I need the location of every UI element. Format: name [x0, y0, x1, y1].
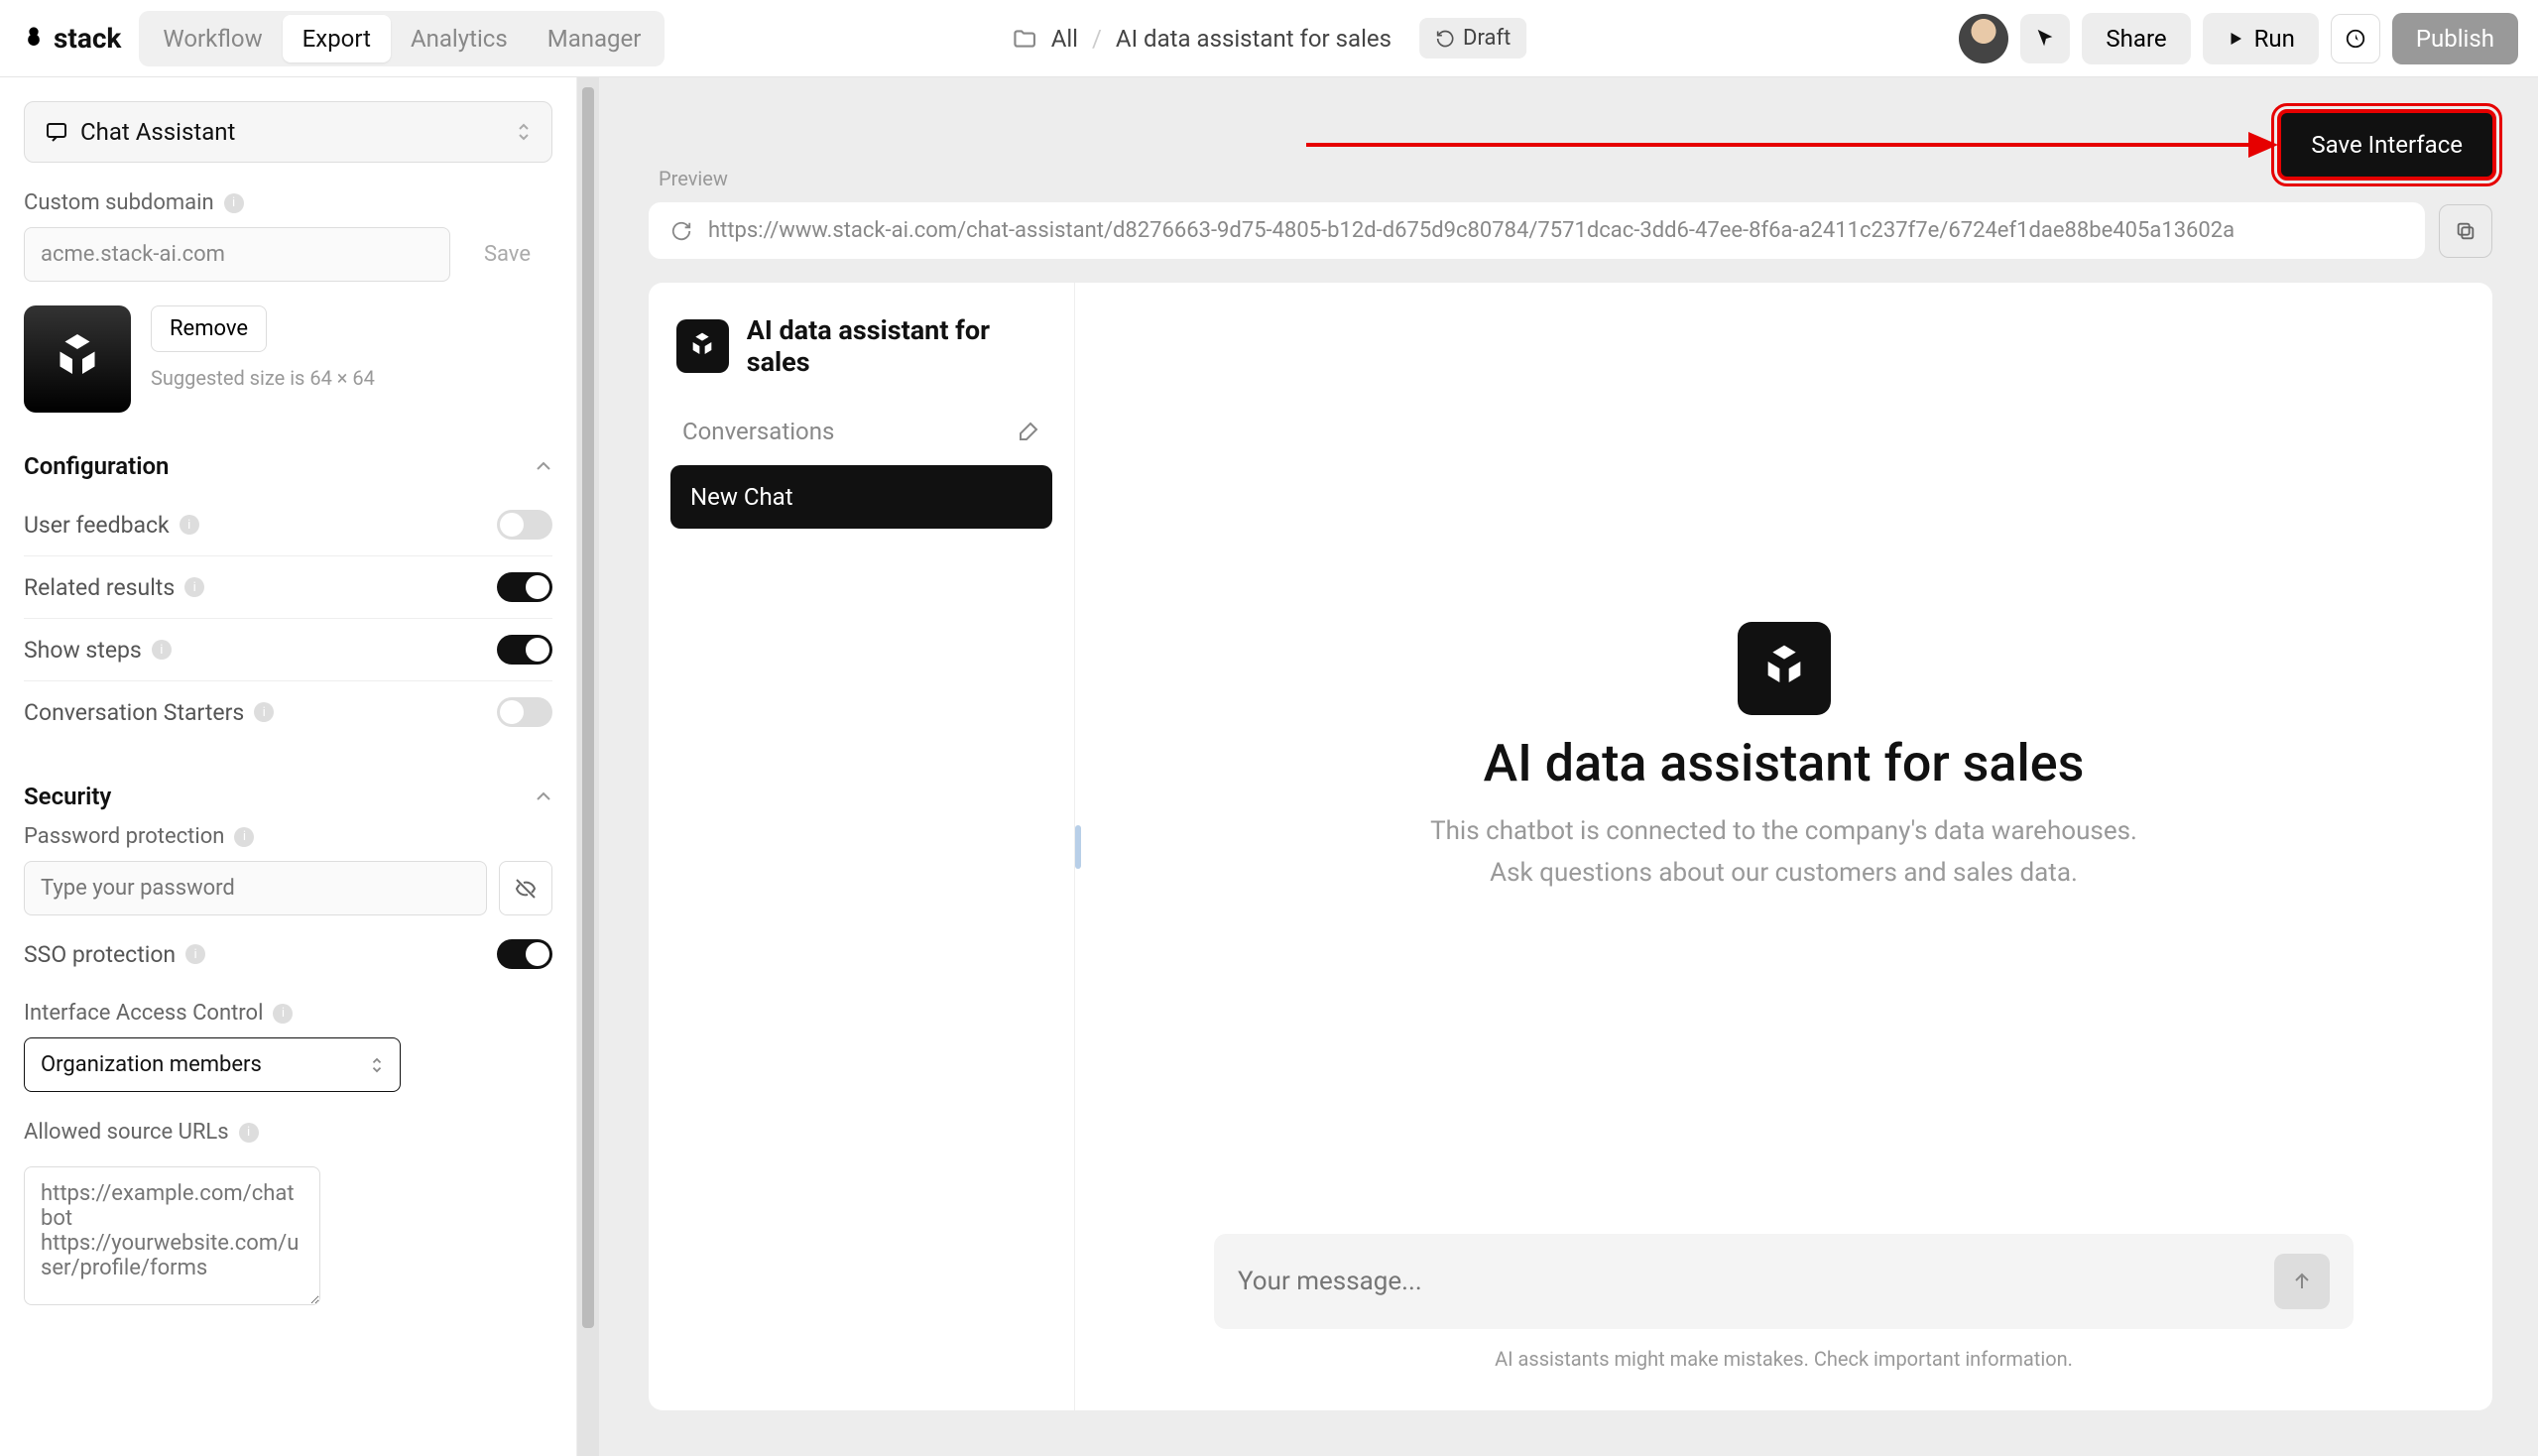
info-icon[interactable]: i	[224, 193, 244, 213]
message-input-row	[1214, 1234, 2354, 1329]
chat-preview-frame: AI data assistant for sales Conversation…	[649, 283, 2492, 1410]
play-icon	[2227, 30, 2244, 48]
logo-thumbnail	[24, 305, 131, 413]
chevron-updown-icon	[516, 121, 532, 143]
allowed-urls-textarea[interactable]	[24, 1166, 320, 1305]
message-input[interactable]	[1238, 1267, 2258, 1296]
chat-main: AI data assistant for sales This chatbot…	[1075, 283, 2492, 1410]
preview-url[interactable]: https://www.stack-ai.com/chat-assistant/…	[708, 218, 2235, 243]
sso-protection-row: SSO protection i	[24, 939, 552, 985]
security-section-header[interactable]: Security	[24, 783, 552, 810]
header-right: Share Run Publish	[1959, 13, 2518, 64]
allowed-urls-label: Allowed source URLs i	[24, 1120, 552, 1145]
new-chat-item[interactable]: New Chat	[670, 465, 1052, 529]
annotation-arrow	[1306, 120, 2278, 170]
info-icon[interactable]: i	[184, 577, 204, 597]
cubes-icon	[48, 329, 107, 389]
chevron-updown-icon	[370, 1055, 384, 1075]
arrow-up-icon	[2290, 1270, 2314, 1293]
edit-icon[interactable]	[1017, 420, 1040, 443]
run-button[interactable]: Run	[2203, 13, 2319, 64]
clock-icon	[2345, 28, 2366, 50]
eye-off-icon	[514, 877, 538, 901]
info-icon[interactable]: i	[152, 640, 172, 660]
chat-app-logo	[676, 319, 729, 373]
toggle-password-visibility-button[interactable]	[499, 861, 552, 915]
stack-logo-icon	[20, 25, 48, 53]
subdomain-save-button[interactable]: Save	[462, 227, 552, 282]
folder-icon	[1012, 26, 1037, 52]
configuration-section-header[interactable]: Configuration	[24, 452, 552, 480]
chat-center-logo	[1738, 622, 1831, 715]
remove-logo-button[interactable]: Remove	[151, 305, 267, 352]
tab-export[interactable]: Export	[283, 15, 391, 62]
preview-label: Preview	[659, 167, 2538, 190]
breadcrumb: All / AI data assistant for sales Draft	[1012, 18, 1527, 59]
cursor-icon	[2034, 28, 2056, 50]
info-icon[interactable]: i	[254, 702, 274, 722]
ai-disclaimer: AI assistants might make mistakes. Check…	[1214, 1347, 2354, 1371]
show-steps-row: Show steps i	[24, 619, 552, 681]
tab-manager[interactable]: Manager	[528, 15, 662, 62]
show-steps-toggle[interactable]	[497, 635, 552, 665]
access-control-select[interactable]: Organization members	[24, 1037, 401, 1092]
reload-icon[interactable]	[670, 220, 692, 242]
draft-badge[interactable]: Draft	[1419, 18, 1526, 59]
related-results-row: Related results i	[24, 556, 552, 619]
user-feedback-row: User feedback i	[24, 494, 552, 556]
info-icon[interactable]: i	[239, 1123, 259, 1143]
breadcrumb-current[interactable]: AI data assistant for sales	[1116, 25, 1391, 53]
iac-label: Interface Access Control i	[24, 1001, 552, 1026]
user-feedback-toggle[interactable]	[497, 510, 552, 540]
chevron-up-icon	[535, 790, 552, 802]
user-avatar[interactable]	[1959, 14, 2008, 63]
app-header: stack Workflow Export Analytics Manager …	[0, 0, 2538, 77]
password-protection-label: Password protection i	[24, 824, 552, 849]
copy-icon	[2455, 220, 2477, 242]
info-icon[interactable]: i	[234, 827, 254, 847]
main-preview-area: Save Interface Preview https://www.stack…	[577, 77, 2538, 1456]
info-icon[interactable]: i	[273, 1004, 293, 1024]
interface-type-select[interactable]: Chat Assistant	[24, 101, 552, 163]
tab-analytics[interactable]: Analytics	[391, 15, 528, 62]
sidebar-scrollbar[interactable]	[577, 77, 599, 1456]
related-results-toggle[interactable]	[497, 572, 552, 602]
tab-workflow[interactable]: Workflow	[143, 15, 282, 62]
chat-icon	[45, 120, 68, 144]
send-button[interactable]	[2274, 1254, 2330, 1309]
chat-sidebar: AI data assistant for sales Conversation…	[649, 283, 1075, 1410]
chat-center-title: AI data assistant for sales	[1484, 733, 2085, 793]
sso-toggle[interactable]	[497, 939, 552, 969]
breadcrumb-separator: /	[1092, 25, 1102, 53]
conversation-starters-toggle[interactable]	[497, 697, 552, 727]
chevron-up-icon	[535, 460, 552, 472]
clock-icon-button[interactable]	[2331, 14, 2380, 63]
subdomain-input[interactable]	[24, 227, 450, 282]
logo-size-hint: Suggested size is 64 × 64	[151, 366, 375, 390]
chat-app-title: AI data assistant for sales	[747, 314, 1052, 378]
conversation-starters-row: Conversation Starters i	[24, 681, 552, 743]
subdomain-label-row: Custom subdomain i	[24, 190, 552, 215]
history-icon	[1435, 29, 1455, 49]
copy-url-button[interactable]	[2439, 204, 2492, 258]
info-icon[interactable]: i	[180, 515, 199, 535]
publish-button[interactable]: Publish	[2392, 13, 2518, 64]
share-button[interactable]: Share	[2082, 13, 2190, 64]
cursor-icon-button[interactable]	[2020, 14, 2070, 63]
config-sidebar: Chat Assistant Custom subdomain i Save R…	[0, 77, 577, 1456]
password-input[interactable]	[24, 861, 487, 915]
sidebar-resize-handle[interactable]	[1075, 825, 1081, 869]
breadcrumb-all[interactable]: All	[1051, 25, 1078, 53]
conversations-label[interactable]: Conversations	[682, 418, 834, 445]
save-interface-button[interactable]: Save Interface	[2277, 109, 2496, 181]
stack-logo: stack	[20, 22, 121, 55]
nav-tabs: Workflow Export Analytics Manager	[139, 11, 665, 66]
chat-description: This chatbot is connected to the company…	[1430, 811, 2137, 894]
info-icon[interactable]: i	[185, 944, 205, 964]
url-bar: https://www.stack-ai.com/chat-assistant/…	[649, 202, 2425, 259]
logo-text: stack	[54, 22, 121, 55]
